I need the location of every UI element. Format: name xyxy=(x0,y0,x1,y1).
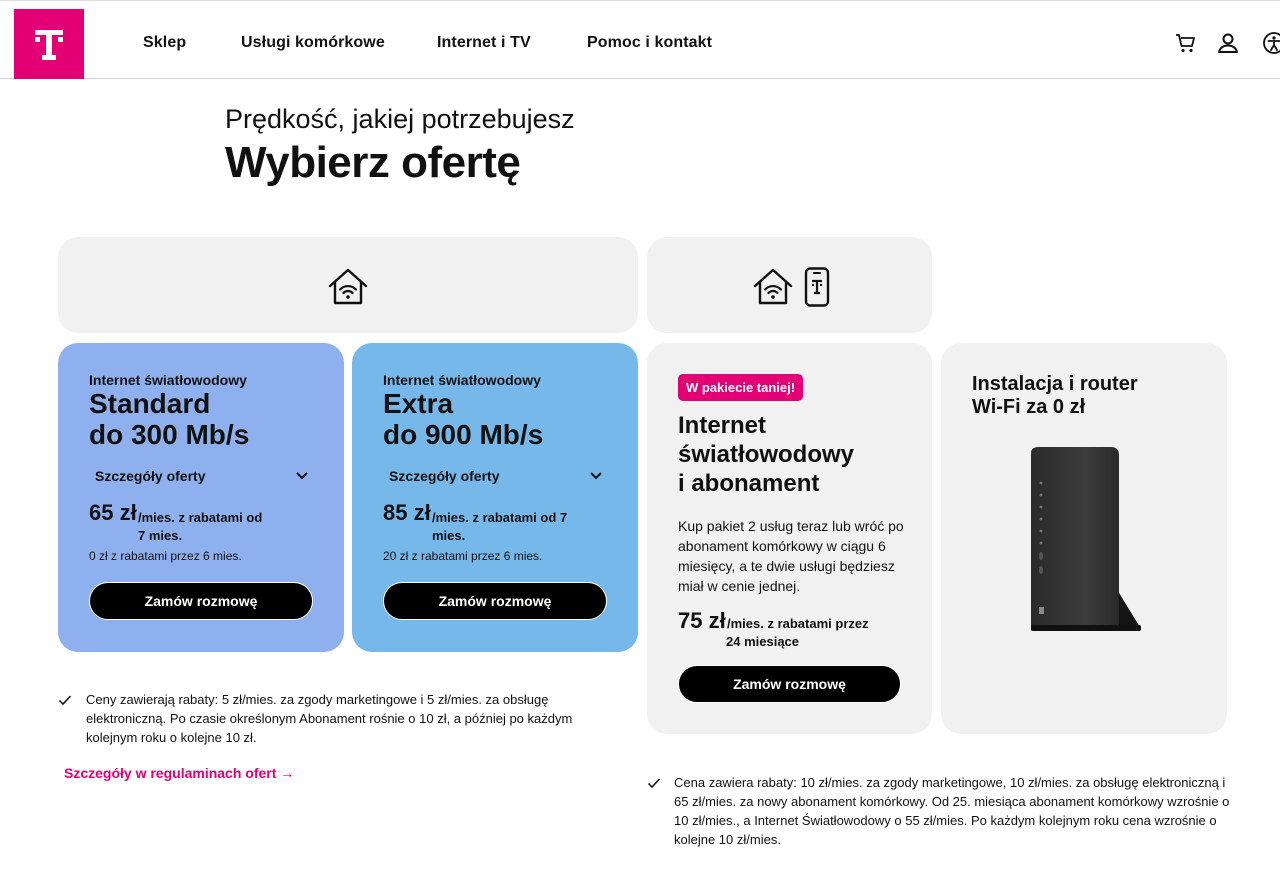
bundle-title: Internet światłowodowy i abonament xyxy=(678,411,854,498)
offer-price-note: 0 zł z rabatami przez 6 mies. xyxy=(89,549,242,563)
offer-details-label: Szczegóły oferty xyxy=(95,468,206,484)
offer-name-line2: do 900 Mb/s xyxy=(383,419,544,450)
page-title: Wybierz ofertę xyxy=(225,138,521,187)
pricing-note-bundle: Cena zawiera rabaty: 10 zł/mies. za zgod… xyxy=(674,775,1230,847)
bundle-description: Kup pakiet 2 usług teraz lub wróć po abo… xyxy=(678,518,904,594)
home-wifi-icon xyxy=(328,268,368,305)
wifi-router-image xyxy=(1031,447,1141,631)
home-wifi-icon xyxy=(753,268,793,305)
offer-price-suffix: /mies. z rabatami od xyxy=(138,510,263,525)
check-icon xyxy=(58,695,72,706)
offer-name-line1: Extra xyxy=(383,388,454,419)
chevron-down-icon xyxy=(296,472,308,480)
accessibility-icon[interactable] xyxy=(1262,31,1280,55)
nav-internet-tv[interactable]: Internet i TV xyxy=(437,34,531,52)
offer-name-line2: do 300 Mb/s xyxy=(89,419,250,450)
bundle-price-suffix: /mies. z rabatami przez xyxy=(727,616,869,631)
nav-uslugi-komorkowe[interactable]: Usługi komórkowe xyxy=(241,34,385,52)
terms-link[interactable]: Szczegóły w regulaminach ofert → xyxy=(64,765,294,781)
bundle-title-line1: Internet xyxy=(678,412,767,439)
chevron-down-icon xyxy=(590,472,602,480)
nav-pomoc-kontakt[interactable]: Pomoc i kontakt xyxy=(587,34,712,52)
offer-price-suffix-2: mies. xyxy=(432,528,466,543)
bundle-badge: W pakiecie taniej! xyxy=(678,374,804,401)
page-subtitle: Prędkość, jakiej potrzebujesz xyxy=(225,104,575,134)
offer-price: 65 zł xyxy=(89,500,137,525)
phone-icon xyxy=(804,267,830,307)
bundle-price: 75 zł xyxy=(678,608,726,633)
offer-card-standard: Internet światłowodowy Standard do 300 M… xyxy=(58,343,344,652)
cart-icon[interactable] xyxy=(1174,31,1198,55)
category-internet-only xyxy=(58,237,638,333)
offer-kicker: Internet światłowodowy xyxy=(89,372,247,388)
offer-details-toggle[interactable]: Szczegóły oferty xyxy=(389,466,603,486)
offer-name: Standard do 300 Mb/s xyxy=(89,388,249,450)
router-promo-card: Instalacja i router Wi-Fi za 0 zł xyxy=(941,343,1227,734)
bundle-title-line3: i abonament xyxy=(678,470,820,497)
offer-details-toggle[interactable]: Szczegóły oferty xyxy=(95,466,309,486)
telekom-t-icon xyxy=(35,30,63,60)
nav-sklep[interactable]: Sklep xyxy=(143,34,186,52)
telekom-logo[interactable] xyxy=(14,9,84,79)
order-call-button[interactable]: Zamów rozmowę xyxy=(678,665,901,703)
offer-price-suffix: /mies. z rabatami od 7 xyxy=(432,510,568,525)
check-icon xyxy=(647,778,661,789)
router-title: Instalacja i router Wi-Fi za 0 zł xyxy=(972,373,1138,419)
offer-card-extra: Internet światłowodowy Extra do 900 Mb/s… xyxy=(352,343,638,652)
category-bundle xyxy=(647,237,932,333)
offer-kicker: Internet światłowodowy xyxy=(383,372,541,388)
bundle-price-suffix-2: 24 miesiące xyxy=(726,634,800,649)
site-header: Sklep Usługi komórkowe Internet i TV Pom… xyxy=(0,0,1280,79)
offer-details-label: Szczegóły oferty xyxy=(389,468,500,484)
user-icon[interactable] xyxy=(1216,31,1240,55)
offer-card-bundle: W pakiecie taniej! Internet światłowodow… xyxy=(647,343,932,734)
offer-price-note: 20 zł z rabatami przez 6 mies. xyxy=(383,549,543,563)
router-title-line2: Wi-Fi za 0 zł xyxy=(972,396,1086,418)
offer-price: 85 zł xyxy=(383,500,431,525)
offer-name: Extra do 900 Mb/s xyxy=(383,388,543,450)
offer-price-suffix-2: 7 mies. xyxy=(138,528,183,543)
pricing-note-internet: Ceny zawierają rabaty: 5 zł/mies. za zgo… xyxy=(86,692,573,745)
order-call-button[interactable]: Zamów rozmowę xyxy=(89,582,313,620)
router-title-line1: Instalacja i router xyxy=(972,373,1138,395)
offer-name-line1: Standard xyxy=(89,388,211,419)
bundle-title-line2: światłowodowy xyxy=(678,441,855,468)
order-call-button[interactable]: Zamów rozmowę xyxy=(383,582,607,620)
